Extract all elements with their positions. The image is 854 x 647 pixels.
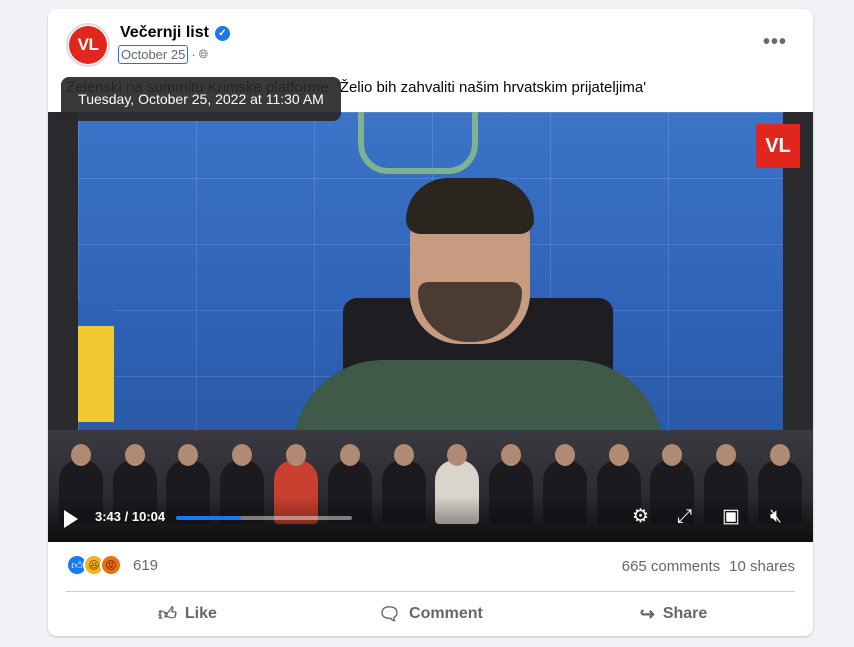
meta-separator: · [191,47,196,62]
vl-watermark-logo: VL [756,124,800,168]
reactions-summary[interactable]: 👍︎ 😆︎ 😡︎ 619 [66,554,158,576]
comment-icon: 🗨︎ [378,603,402,624]
like-label: Like [184,605,217,622]
video-time: 3:43 / 10:04 [95,509,166,524]
post-date-link[interactable]: October 25 [118,45,189,64]
globe-icon: 🌐︎ [198,47,209,61]
play-icon[interactable] [64,510,78,528]
share-button[interactable]: ↪ Share [552,597,795,631]
engagement-stats: 665 comments 10 shares [622,558,795,575]
gear-icon[interactable]: ⚙ [632,507,649,526]
thumbs-up-icon: 👍︎ [158,604,177,624]
shares-count-link[interactable]: 10 shares [729,558,795,575]
ukrainian-flag [78,302,114,422]
post-meta: October 25 · 🌐︎ [118,45,208,64]
page-name-row: Večernji list ✓ [120,24,230,42]
video-player[interactable]: VL 3:43 / 10:04 ⚙ ⤢ ▣ 🔇︎ [48,112,813,542]
post-card: VL Večernji list ✓ October 25 · 🌐︎ ••• Z… [48,9,813,636]
comment-label: Comment [409,605,483,622]
share-icon: ↪ [639,603,655,624]
like-button[interactable]: 👍︎ Like [66,597,309,631]
video-frame [78,112,783,460]
page-avatar[interactable]: VL [66,23,110,67]
picture-in-picture-icon[interactable]: ▣ [722,507,740,526]
comment-button[interactable]: 🗨︎ Comment [309,597,552,631]
divider [66,591,795,592]
progress-fill [176,516,242,520]
date-tooltip: Tuesday, October 25, 2022 at 11:30 AM [61,77,341,121]
verified-badge-icon: ✓ [214,25,230,41]
share-label: Share [662,605,708,622]
progress-bar[interactable] [176,516,352,520]
action-bar: 👍︎ Like 🗨︎ Comment ↪ Share [66,597,795,631]
angry-reaction-icon: 😡︎ [100,554,122,576]
comments-count-link[interactable]: 665 comments [622,558,720,575]
page-avatar-logo: VL [69,26,107,64]
fullscreen-icon[interactable]: ⤢ [677,507,692,526]
reaction-count: 619 [133,556,159,574]
speaker-hair [406,178,534,234]
volume-muted-icon[interactable]: 🔇︎ [770,507,782,526]
more-options-button[interactable]: ••• [763,31,787,54]
page-name-link[interactable]: Večernji list [120,24,209,42]
video-controls: 3:43 / 10:04 ⚙ ⤢ ▣ 🔇︎ [48,496,813,542]
trident-emblem [358,112,478,174]
